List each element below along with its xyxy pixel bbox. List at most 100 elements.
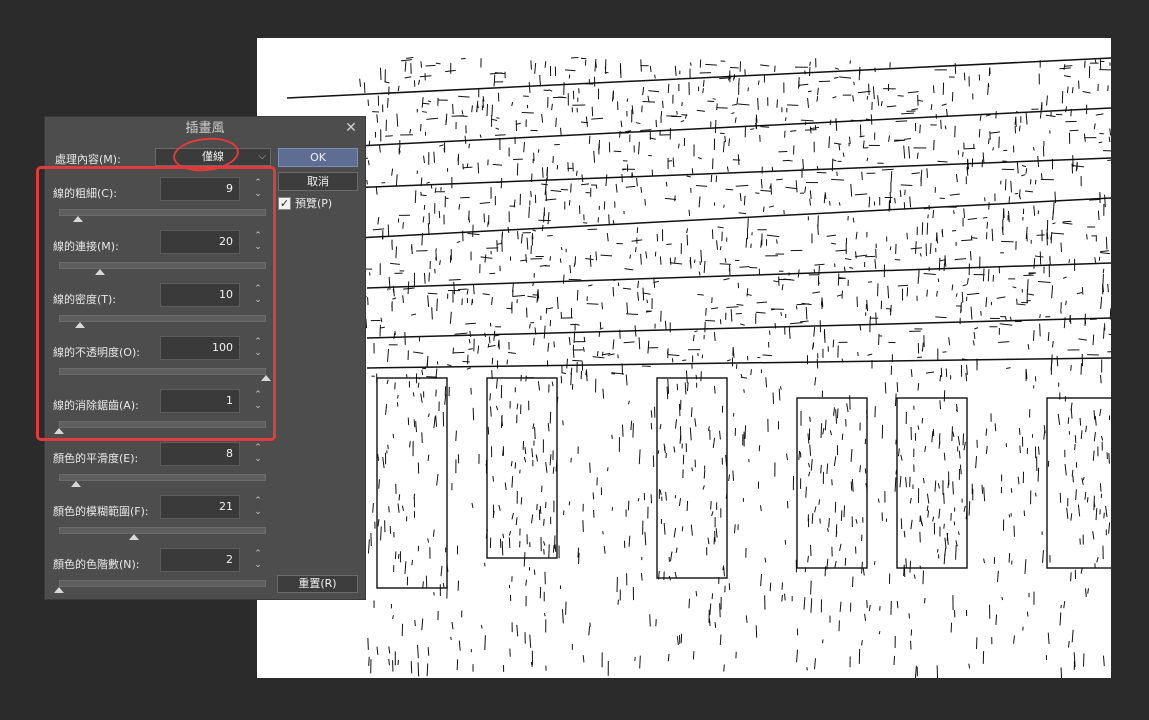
sketch-stroke (810, 580, 812, 595)
sketch-stroke (466, 163, 469, 168)
sketch-stroke (968, 663, 971, 669)
sketch-stroke (495, 378, 498, 389)
sketch-stroke (508, 351, 516, 354)
sketch-stroke (664, 320, 667, 331)
sketch-stroke (773, 280, 779, 283)
sketch-stroke (427, 647, 430, 656)
param-row: 顏色的模糊範圍(F): 21 ⌃ ⌄ (45, 490, 367, 542)
sketch-stroke (1067, 417, 1070, 424)
sketch-stroke (1008, 196, 1011, 204)
ok-button[interactable]: OK (278, 148, 358, 167)
sketch-stroke (1070, 108, 1072, 117)
spinner-icon[interactable]: ⌃ ⌄ (252, 496, 264, 518)
sketch-stroke (686, 234, 689, 246)
sketch-stroke (907, 91, 919, 94)
sketch-stroke (814, 263, 825, 266)
param-slider[interactable] (59, 527, 266, 534)
slider-thumb[interactable] (128, 534, 139, 540)
sketch-stroke (943, 493, 945, 504)
sketch-stroke (1051, 285, 1054, 299)
sketch-stroke (1068, 259, 1071, 263)
sketch-stroke (1072, 475, 1074, 483)
sketch-stroke (409, 128, 412, 134)
sketch-stroke (427, 295, 430, 307)
param-value-input[interactable]: 2 (160, 548, 240, 572)
reset-button[interactable]: 重置(R) (277, 575, 358, 593)
sketch-stroke (677, 143, 680, 149)
sketch-stroke (737, 103, 750, 106)
sketch-stroke (489, 406, 492, 417)
sketch-stroke (511, 476, 514, 488)
sketch-stroke (725, 188, 734, 191)
sketch-stroke (672, 157, 675, 168)
sketch-stroke (963, 72, 966, 81)
sketch-stroke (376, 646, 379, 655)
sketch-stroke (888, 135, 891, 142)
sketch-stroke (802, 159, 804, 170)
sketch-stroke (495, 127, 500, 130)
sketch-stroke (640, 129, 652, 131)
sketch-stroke (1033, 258, 1036, 269)
sketch-stroke (422, 216, 425, 223)
sketch-stroke (568, 200, 571, 206)
sketch-stroke (954, 63, 957, 74)
sketch-stroke (680, 120, 685, 123)
sketch-stroke (394, 551, 397, 560)
sketch-stroke (1071, 629, 1074, 643)
spinner-icon[interactable]: ⌃ ⌄ (252, 549, 264, 571)
sketch-stroke (884, 382, 887, 394)
sketch-stroke (395, 174, 398, 187)
sketch-stroke (795, 305, 798, 310)
sketch-stroke (421, 111, 428, 113)
sketch-stroke (716, 240, 718, 250)
sketch-stroke (576, 289, 579, 301)
param-value-input[interactable]: 8 (160, 442, 240, 466)
sketch-stroke (592, 492, 595, 500)
sketch-stroke (798, 83, 809, 86)
sketch-stroke (895, 469, 898, 475)
sketch-stroke (831, 178, 845, 181)
slider-thumb[interactable] (54, 587, 64, 593)
sketch-stroke (444, 394, 447, 405)
sketch-stroke (924, 446, 927, 452)
sketch-stroke (1052, 222, 1056, 225)
sketch-stroke (368, 656, 370, 666)
sketch-stroke (968, 501, 971, 516)
sketch-stroke (982, 152, 985, 163)
sketch-stroke (931, 430, 934, 443)
sketch-stroke (493, 74, 496, 87)
sketch-stroke (1104, 194, 1106, 208)
sketch-stroke (528, 323, 531, 329)
sketch-stroke (798, 77, 800, 89)
sketch-stroke (985, 428, 988, 436)
sketch-stroke (698, 196, 701, 208)
sketch-stroke (1037, 281, 1051, 283)
sketch-stroke (667, 378, 670, 394)
sketch-stroke (726, 306, 739, 308)
param-value-input[interactable]: 21 (160, 495, 240, 519)
sketch-stroke (367, 160, 370, 166)
sketch-stroke (1092, 450, 1095, 461)
sketch-stroke (562, 420, 564, 426)
sketch-stroke (787, 159, 793, 162)
slider-thumb[interactable] (70, 481, 81, 487)
sketch-stroke (765, 377, 768, 388)
sketch-stroke (500, 414, 503, 429)
param-slider[interactable] (59, 580, 266, 587)
close-icon[interactable]: ✕ (343, 120, 359, 136)
sketch-stroke (486, 104, 489, 117)
spinner-icon[interactable]: ⌃ ⌄ (252, 443, 264, 465)
sketch-stroke (418, 79, 420, 85)
sketch-stroke (914, 665, 917, 678)
sketch-stroke (504, 482, 507, 491)
sketch-stroke (1033, 205, 1036, 216)
sketch-stroke (1100, 252, 1110, 255)
sketch-stroke (438, 210, 441, 219)
sketch-stroke (870, 114, 873, 125)
sketch-stroke (832, 339, 835, 348)
sketch-stroke (730, 66, 739, 69)
sketch-stroke (356, 197, 1111, 239)
param-slider[interactable] (59, 474, 266, 481)
sketch-stroke (811, 343, 814, 350)
sketch-stroke (638, 337, 641, 350)
